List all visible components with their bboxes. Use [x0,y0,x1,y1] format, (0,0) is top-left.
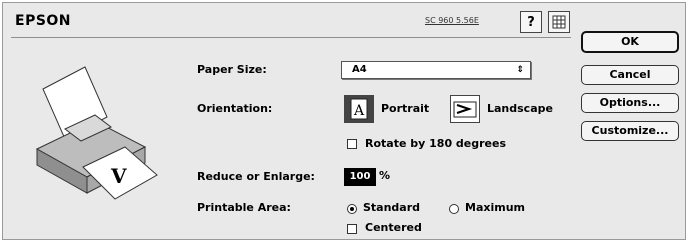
select-arrows-icon: ⇕ [516,65,524,75]
header-divider [11,37,571,38]
layout-button[interactable] [548,11,570,33]
dialog-header: EPSON SC 960 5.56E ? [11,9,571,35]
svg-text:A: A [353,103,365,119]
customize-button[interactable]: Customize... [581,121,679,141]
cancel-button[interactable]: Cancel [581,65,679,85]
standard-label[interactable]: Standard [363,201,420,214]
help-icon: ? [527,14,535,30]
landscape-option[interactable] [450,95,480,123]
maximum-radio[interactable] [449,204,459,214]
printable-area-label: Printable Area: [197,201,291,214]
standard-radio[interactable] [347,204,357,214]
paper-size-select[interactable]: A4 ⇕ [341,61,531,79]
brand-title: EPSON [15,13,72,29]
orientation-label: Orientation: [197,102,273,115]
ok-button[interactable]: OK [581,31,679,53]
rotate-180-checkbox[interactable] [347,139,357,149]
scale-percent-input[interactable]: 100 [344,168,376,186]
portrait-option[interactable]: A [344,95,374,123]
paper-size-label: Paper Size: [197,63,267,76]
version-link[interactable]: SC 960 5.56E [425,16,479,25]
centered-label[interactable]: Centered [365,221,422,234]
page-setup-dialog: EPSON SC 960 5.56E ? V Paper Size: A4 ⇕ [2,2,686,240]
percent-sign: % [379,169,391,182]
centered-checkbox[interactable] [347,224,357,234]
svg-text:V: V [110,164,127,188]
portrait-label[interactable]: Portrait [381,102,429,115]
paper-size-value: A4 [352,64,367,75]
reduce-enlarge-label: Reduce or Enlarge: [197,170,315,183]
help-button[interactable]: ? [520,11,542,33]
printer-illustration: V [35,66,158,200]
portrait-orientation-icon: A [350,98,368,120]
rotate-180-label[interactable]: Rotate by 180 degrees [365,137,506,150]
landscape-orientation-icon [453,101,477,118]
options-button[interactable]: Options... [581,93,679,113]
landscape-label[interactable]: Landscape [487,102,553,115]
maximum-label[interactable]: Maximum [465,201,525,214]
grid-icon [552,15,566,29]
